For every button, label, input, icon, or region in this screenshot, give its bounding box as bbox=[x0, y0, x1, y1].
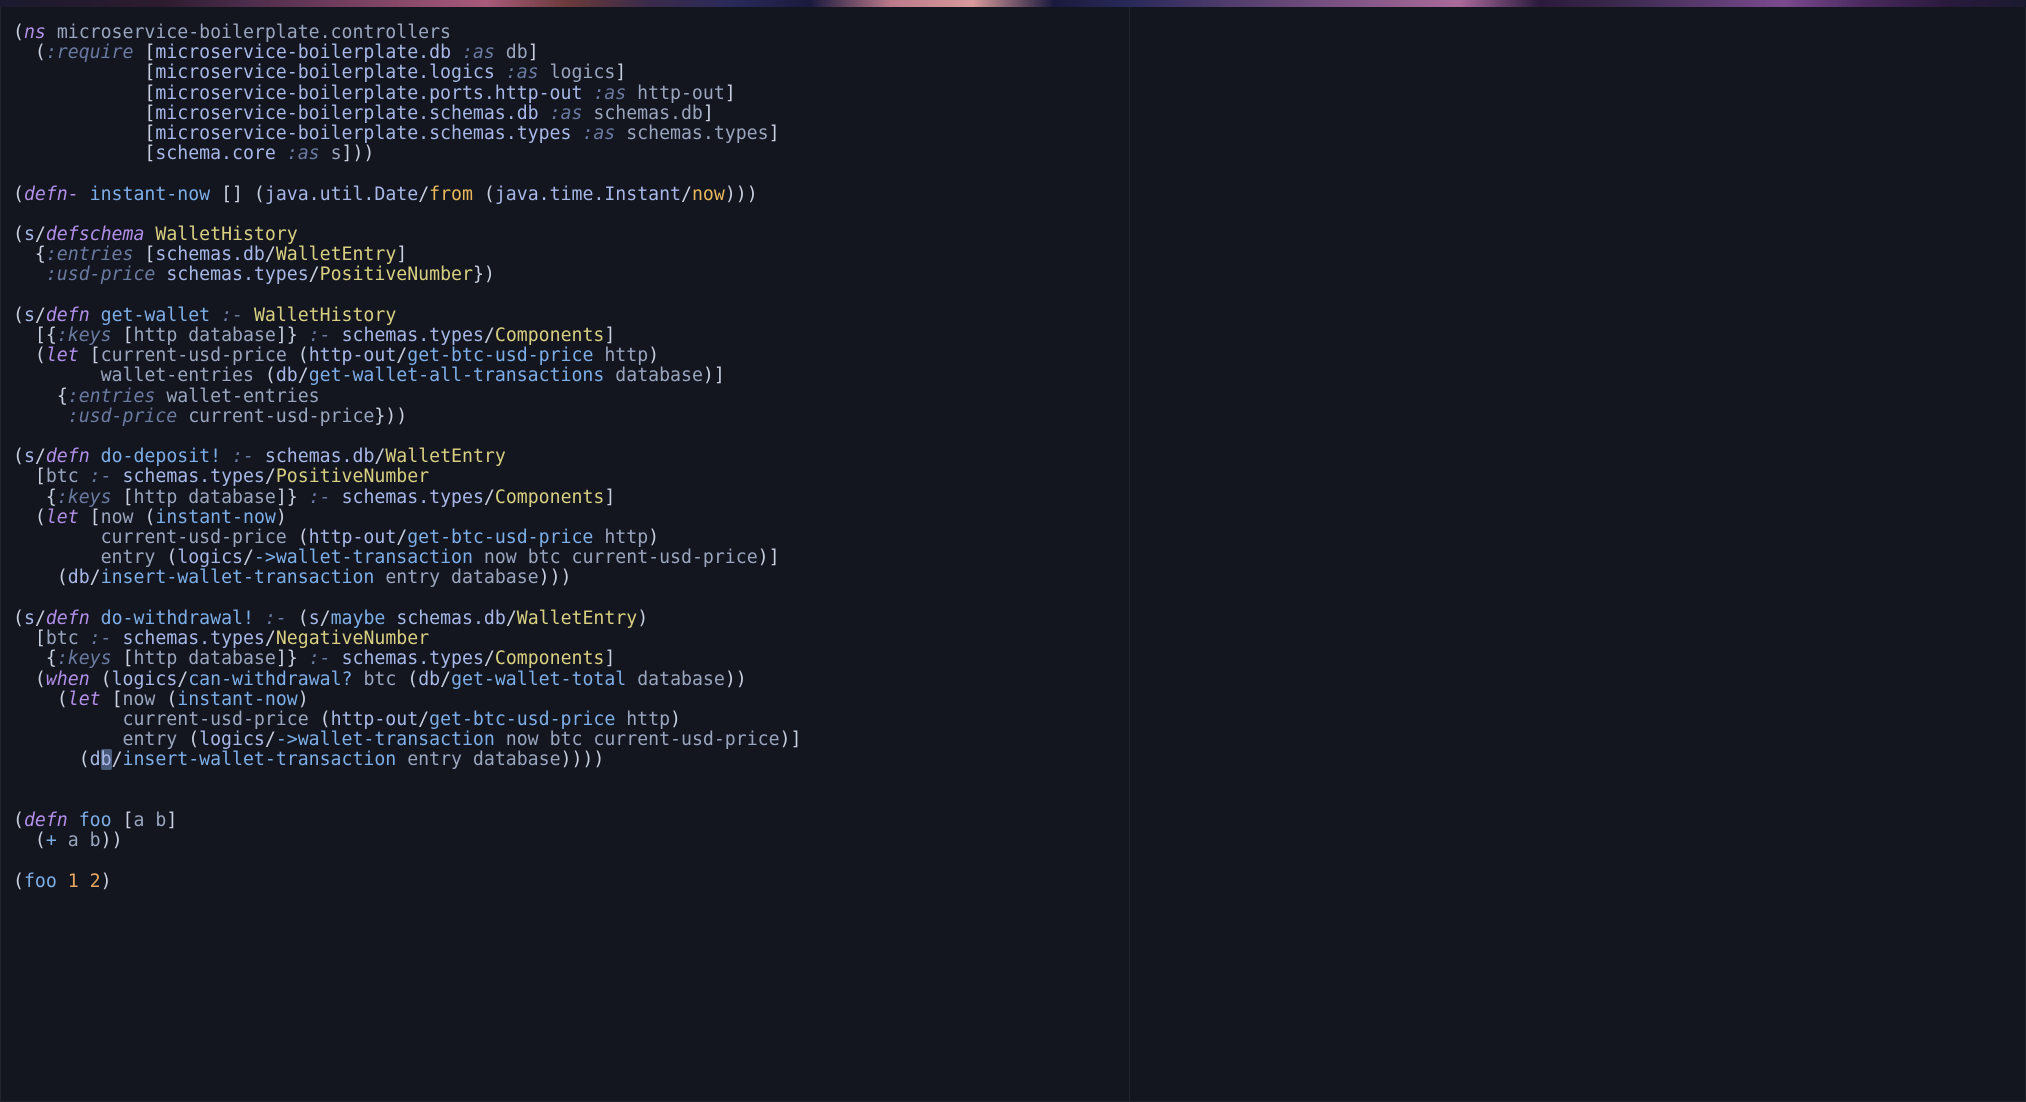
code-content[interactable]: (ns microservice-boilerplate.controllers… bbox=[1, 7, 1129, 900]
window-top-accent bbox=[0, 0, 2026, 7]
editor-split: (ns microservice-boilerplate.controllers… bbox=[0, 7, 2026, 1102]
cursor: b bbox=[101, 749, 112, 770]
right-editor-pane[interactable] bbox=[1130, 7, 2026, 1102]
left-editor-pane[interactable]: (ns microservice-boilerplate.controllers… bbox=[0, 7, 1130, 1102]
